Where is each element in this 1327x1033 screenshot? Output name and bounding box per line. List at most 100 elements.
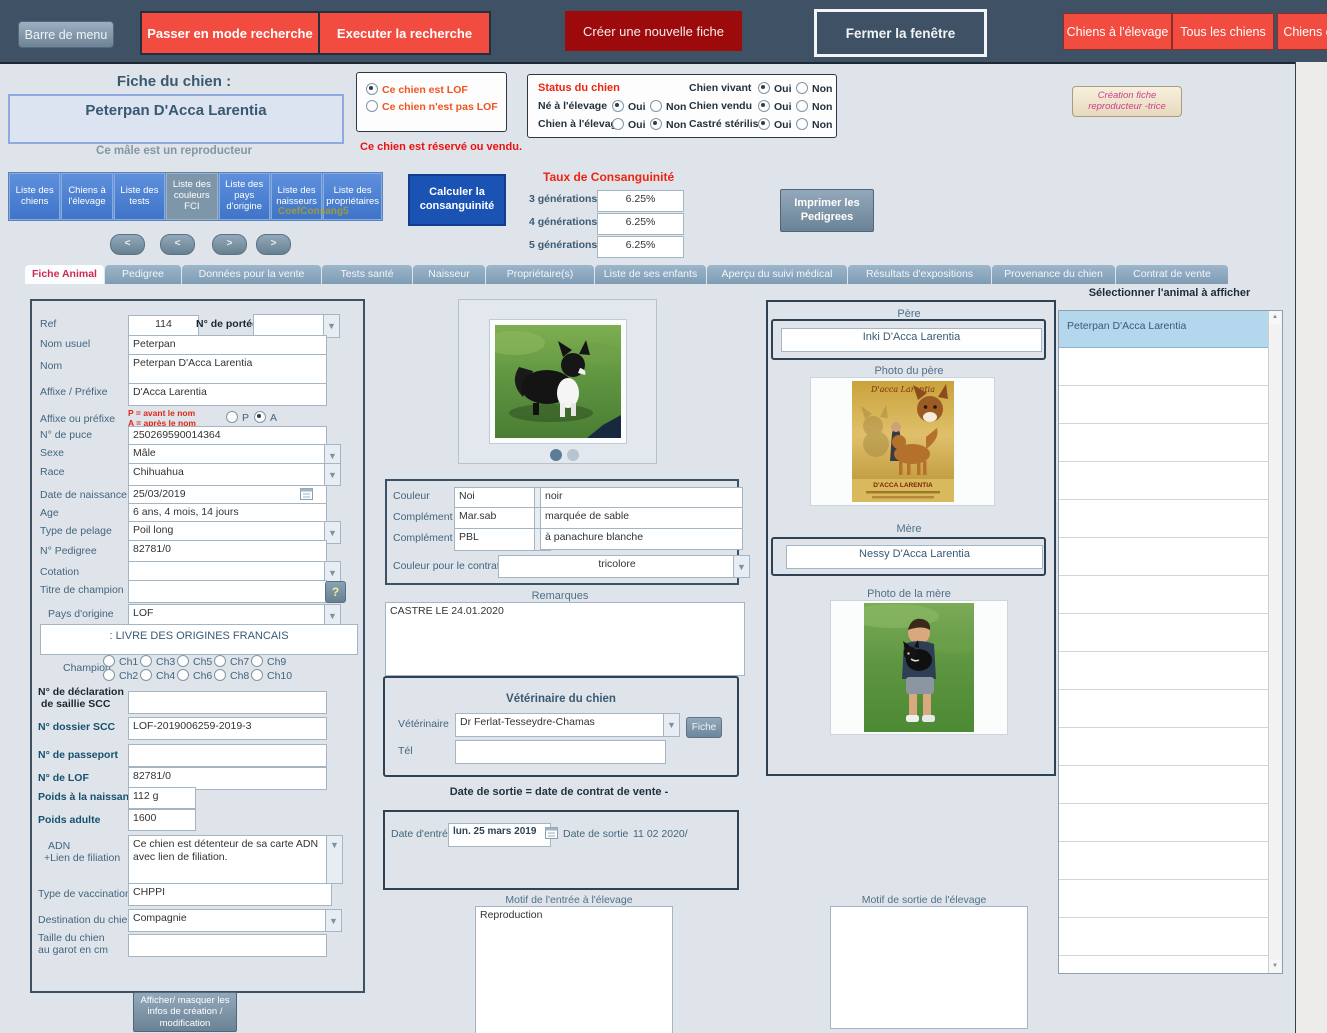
run-search-button[interactable]: Executer la recherche xyxy=(320,13,489,53)
champion-ch9-radio[interactable]: Ch9 xyxy=(251,655,288,668)
radio-selected-icon[interactable] xyxy=(758,100,770,112)
radio-unselected-icon[interactable] xyxy=(140,655,152,667)
race-select[interactable]: Chihuahua▼ xyxy=(128,463,341,486)
champion-ch8-radio[interactable]: Ch8 xyxy=(214,669,251,682)
photo-page-dot-active[interactable] xyxy=(550,449,562,461)
vivant-non[interactable]: Non xyxy=(796,82,832,95)
list-item[interactable] xyxy=(1059,614,1282,652)
taille-field[interactable] xyxy=(128,934,327,957)
champion-ch6-radio[interactable]: Ch6 xyxy=(177,669,214,682)
pere-photo-frame[interactable]: D'acca Larentia D'ACCA LARENTIA xyxy=(810,377,995,506)
saillie-field[interactable] xyxy=(128,691,327,714)
radio-unselected-icon[interactable] xyxy=(177,655,189,667)
champion-ch3-radio[interactable]: Ch3 xyxy=(140,655,177,668)
motif-entree-textarea[interactable]: Reproduction xyxy=(475,906,673,1033)
vivant-oui[interactable]: Oui xyxy=(758,82,792,95)
radio-unselected-icon[interactable] xyxy=(251,655,263,667)
chien-elevage-oui[interactable]: Oui xyxy=(612,118,646,131)
tab-donnees-vente[interactable]: Données pour la vente xyxy=(182,265,321,284)
dogs-at-kennel-button[interactable]: Chiens à l'élevage xyxy=(1063,13,1172,50)
radio-unselected-icon[interactable] xyxy=(214,669,226,681)
new-record-button[interactable]: Créer une nouvelle fiche xyxy=(565,11,742,51)
champion-ch2-radio[interactable]: Ch2 xyxy=(103,669,140,682)
photo-page-dot[interactable] xyxy=(567,449,579,461)
castre-oui[interactable]: Oui xyxy=(758,118,792,131)
ne-elevage-non[interactable]: Non xyxy=(650,100,686,113)
list-item[interactable] xyxy=(1059,386,1282,424)
tab-proprietaires[interactable]: Propriétaire(s) xyxy=(486,265,594,284)
radio-selected-icon[interactable] xyxy=(366,83,378,95)
prev-record-button[interactable]: < xyxy=(160,234,195,255)
gen3-value[interactable]: 6.25% xyxy=(597,190,684,212)
lof-yes-option[interactable]: Ce chien est LOF xyxy=(366,83,468,96)
tab-pedigree[interactable]: Pedigree xyxy=(105,265,181,284)
tab-fiche-animal[interactable]: Fiche Animal xyxy=(25,265,104,284)
list-item-selected[interactable]: Peterpan D'Acca Larentia xyxy=(1059,311,1282,348)
champion-ch1-radio[interactable]: Ch1 xyxy=(103,655,140,668)
complement2-text-field[interactable]: à panachure blanche xyxy=(540,528,743,550)
list-item[interactable] xyxy=(1059,348,1282,386)
radio-unselected-icon[interactable] xyxy=(226,411,238,423)
scrollbar[interactable]: ▲ ▼ xyxy=(1268,311,1282,973)
ref-field[interactable]: 114 xyxy=(128,315,199,337)
prev-record-fast-button[interactable]: < xyxy=(110,234,145,255)
create-breeder-button[interactable]: Création fiche reproducteur -trice xyxy=(1072,86,1182,117)
titre-field[interactable] xyxy=(128,580,327,603)
destination-select[interactable]: Compagnie▼ xyxy=(128,909,342,932)
radio-unselected-icon[interactable] xyxy=(103,669,115,681)
list-item[interactable] xyxy=(1059,690,1282,728)
list-item[interactable] xyxy=(1059,576,1282,614)
adn-select[interactable]: Ce chien est détenteur de sa carte ADN a… xyxy=(128,835,343,884)
list-item[interactable] xyxy=(1059,842,1282,880)
help-button[interactable]: ? xyxy=(325,581,346,603)
next-record-button[interactable]: > xyxy=(212,234,247,255)
calendar-icon[interactable] xyxy=(545,826,558,839)
toggle-creation-infos-button[interactable]: Afficher/ masquer les infos de création … xyxy=(133,992,237,1032)
calc-inbreeding-button[interactable]: Calculer la consanguinité xyxy=(408,174,506,226)
pere-name-field[interactable]: Inki D'Acca Larentia xyxy=(781,328,1042,352)
mere-name-field[interactable]: Nessy D'Acca Larentia xyxy=(786,545,1043,569)
mere-photo-frame[interactable] xyxy=(830,600,1008,735)
list-item[interactable] xyxy=(1059,766,1282,804)
vendu-oui[interactable]: Oui xyxy=(758,100,792,113)
radio-unselected-icon[interactable] xyxy=(214,655,226,667)
radio-unselected-icon[interactable] xyxy=(612,118,624,130)
tab-contrat-vente[interactable]: Contrat de vente xyxy=(1116,265,1228,284)
radio-selected-icon[interactable] xyxy=(650,118,662,130)
close-window-button[interactable]: Fermer la fenêtre xyxy=(814,9,987,57)
radio-selected-icon[interactable] xyxy=(758,82,770,94)
list-item[interactable] xyxy=(1059,500,1282,538)
tab-naisseur[interactable]: Naisseur xyxy=(413,265,485,284)
affixe-a-radio[interactable]: A xyxy=(254,411,277,424)
radio-selected-icon[interactable] xyxy=(758,118,770,130)
list-item[interactable] xyxy=(1059,424,1282,462)
poids-naissance-field[interactable]: 112 g xyxy=(128,787,196,809)
champion-ch4-radio[interactable]: Ch4 xyxy=(140,669,177,682)
remarques-textarea[interactable]: CASTRE LE 24.01.2020 xyxy=(385,602,745,676)
dossier-field[interactable]: LOF-2019006259-2019-3 xyxy=(128,717,327,740)
chien-elevage-non[interactable]: Non xyxy=(650,118,686,131)
tab-tests-sante[interactable]: Tests santé xyxy=(322,265,412,284)
kennel-dogs-button[interactable]: Chiens à l'élevage xyxy=(61,173,112,220)
radio-unselected-icon[interactable] xyxy=(796,82,808,94)
castre-non[interactable]: Non xyxy=(796,118,832,131)
tab-expositions[interactable]: Résultats d'expositions xyxy=(848,265,991,284)
radio-selected-icon[interactable] xyxy=(612,100,624,112)
scroll-down-icon[interactable]: ▼ xyxy=(1269,960,1281,973)
radio-unselected-icon[interactable] xyxy=(796,100,808,112)
radio-unselected-icon[interactable] xyxy=(177,669,189,681)
list-item[interactable] xyxy=(1059,956,1282,993)
date-entree-field[interactable]: lun. 25 mars 2019 xyxy=(448,823,551,847)
radio-unselected-icon[interactable] xyxy=(366,100,378,112)
radio-selected-icon[interactable] xyxy=(254,411,266,423)
tab-suivi-medical[interactable]: Aperçu du suivi médical xyxy=(707,265,847,284)
radio-unselected-icon[interactable] xyxy=(796,118,808,130)
contrat-couleur-select[interactable]: tricolore▼ xyxy=(498,555,750,578)
all-dogs-button[interactable]: Tous les chiens xyxy=(1172,13,1274,50)
vet-fiche-button[interactable]: Fiche xyxy=(686,717,722,738)
next-record-fast-button[interactable]: > xyxy=(256,234,291,255)
complement2-code-select[interactable]: PBL▼ xyxy=(454,528,551,551)
tab-provenance[interactable]: Provenance du chien xyxy=(992,265,1115,284)
list-item[interactable] xyxy=(1059,462,1282,500)
gen4-value[interactable]: 6.25% xyxy=(597,213,684,235)
